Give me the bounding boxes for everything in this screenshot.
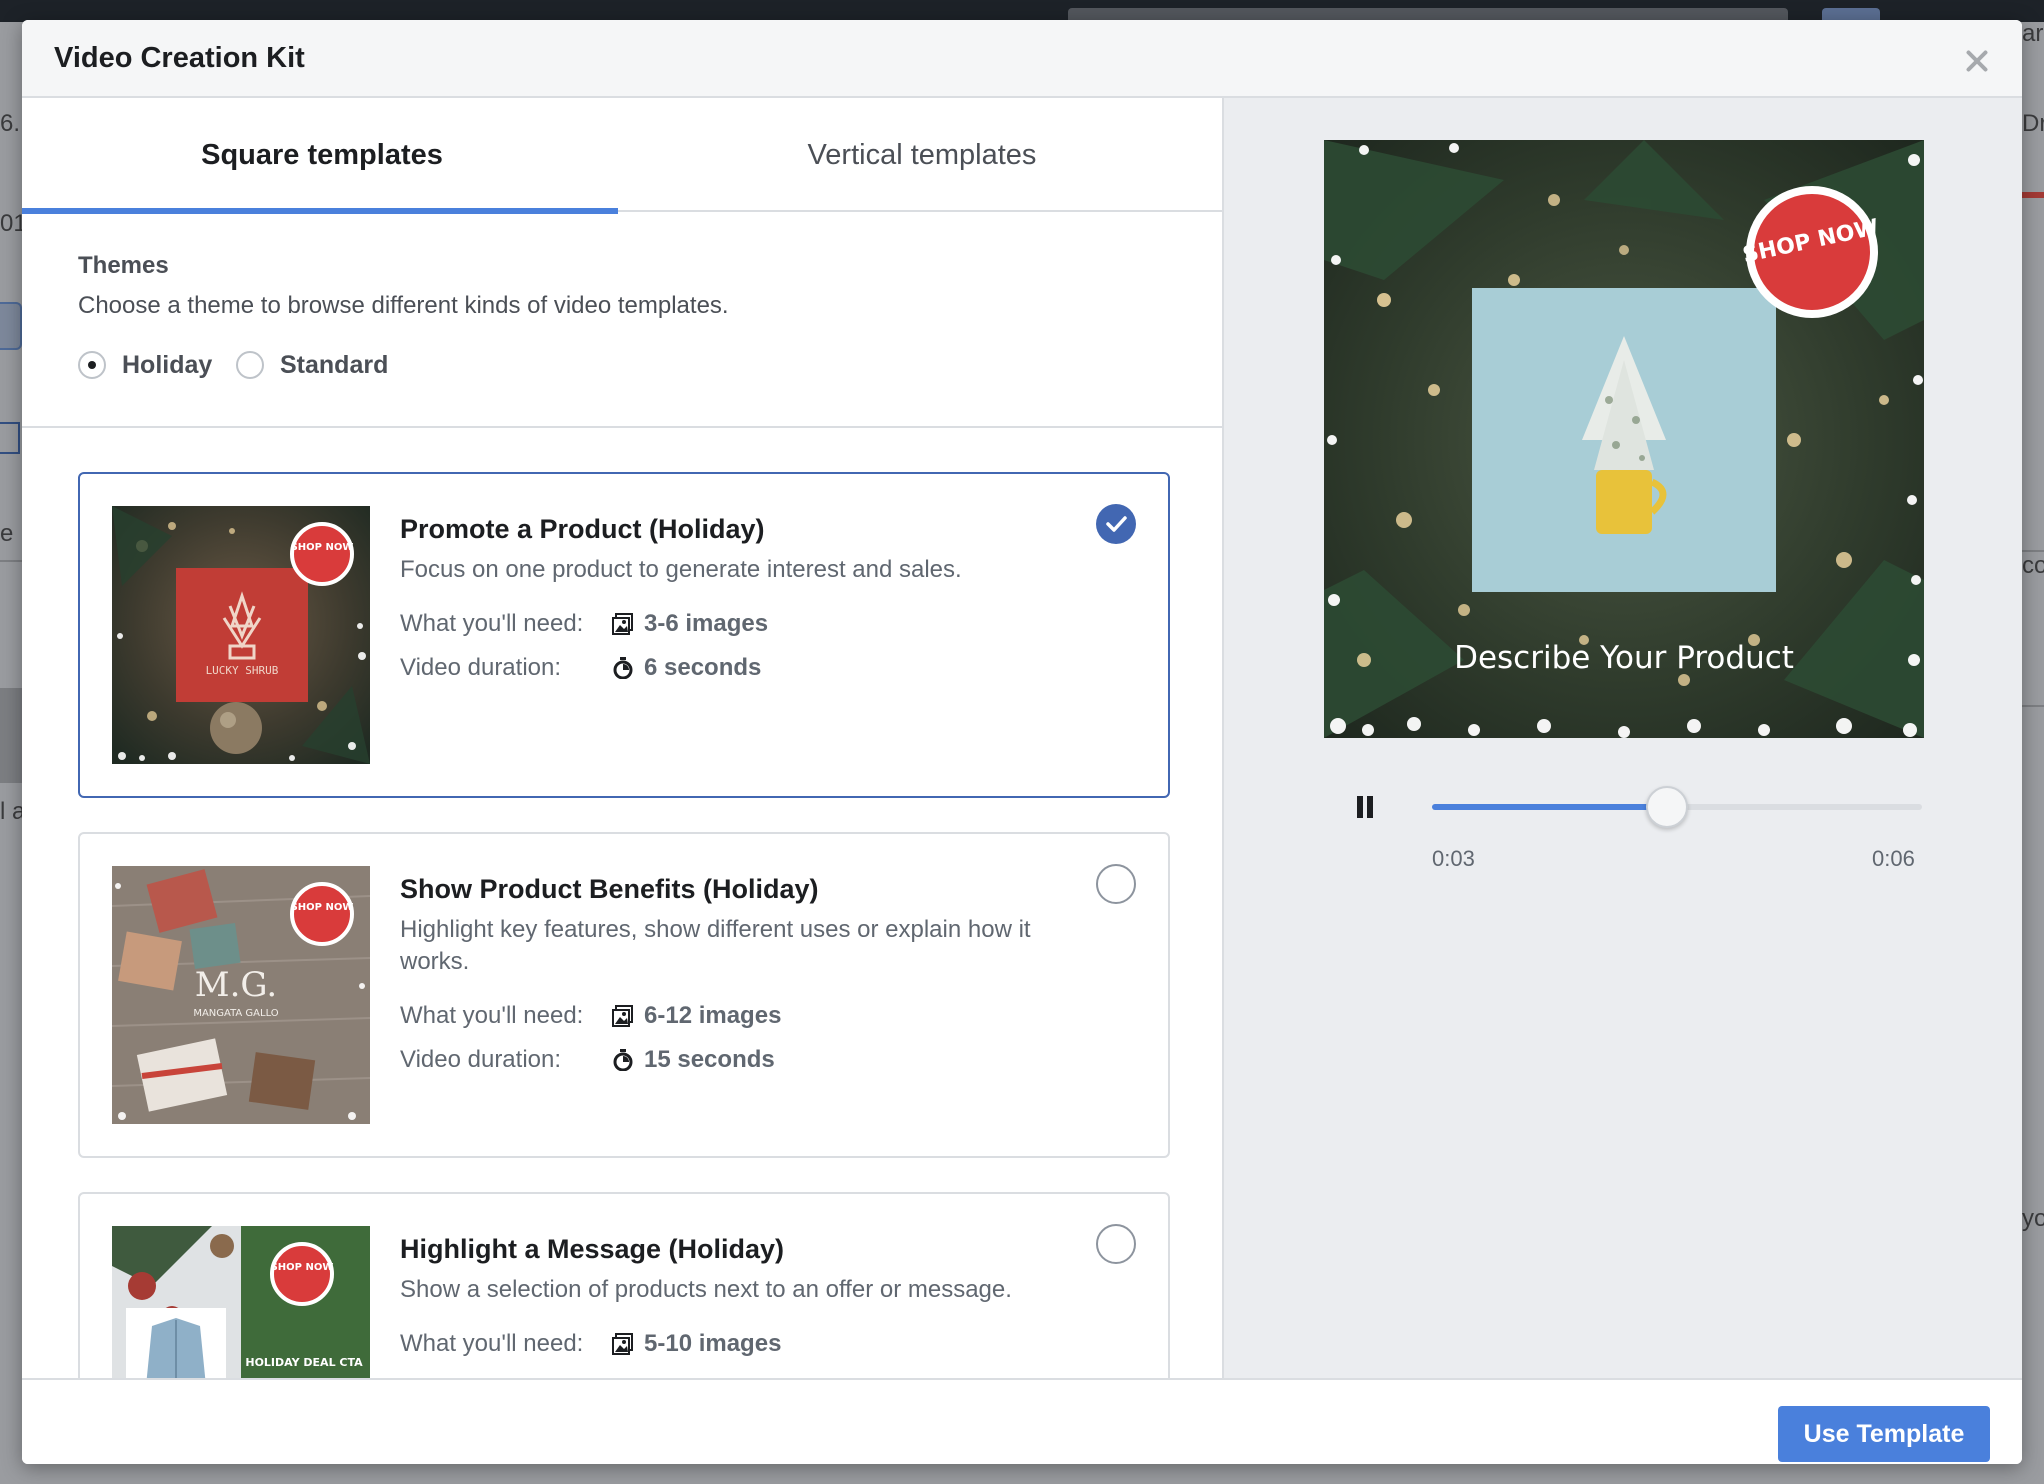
template-duration-row: Video duration: 15 seconds [400,1044,775,1076]
unselected-radio-icon[interactable] [1096,864,1136,904]
thumbnail-brand-text: LUCKY SHRUB [206,664,279,677]
template-description: Highlight key features, show different u… [400,916,1031,975]
holiday-thumbnail-image: SHOP NOW HOLIDAY DEAL CTA [112,1226,370,1378]
dialog-header: Video Creation Kit [22,20,2022,98]
themes-title: Themes [78,252,169,279]
template-description: Show a selection of products next to an … [400,1276,1012,1303]
progress-slider[interactable] [1432,786,1922,828]
requirements-label: What you'll need: [400,1330,584,1357]
tab-square-templates[interactable]: Square templates [22,98,622,214]
image-icon [612,613,633,635]
requirements-value: 6-12 images [644,1002,782,1029]
background-text: co [2022,552,2044,579]
requirements-label: What you'll need: [400,1002,584,1029]
video-player-controls: 0:03 0:06 [1324,770,1924,880]
video-preview-image: SHOP NOW Describe Your Product [1324,140,1924,738]
selected-check-icon[interactable] [1096,504,1136,544]
template-thumbnail: SHOP NOW HOLIDAY DEAL CTA [112,1226,370,1378]
total-time: 0:06 [1872,846,1915,871]
holiday-thumbnail-image: M.G. MANGATA GALLO SHOP NOW [112,866,370,1124]
background-left-box [0,422,20,454]
template-title: Show Product Benefits (Holiday) [400,874,819,904]
requirements-label: What you'll need: [400,610,584,637]
template-list: LUCKY SHRUB SHOP NOW Promote a Product (… [22,430,1222,1378]
stopwatch-icon [613,1049,633,1071]
theme-radio-holiday[interactable]: Holiday [78,348,212,382]
thumbnail-brand-subtext: MANGATA GALLO [193,1008,278,1019]
themes-section: Themes Choose a theme to browse differen… [22,214,1222,428]
template-requirements-row: What you'll need: 5-10 images [400,1328,781,1360]
template-duration-row: Video duration: 6 seconds [400,652,761,684]
video-creation-kit-dialog: Video Creation Kit Square templates Vert… [22,20,2022,1464]
template-card-show-benefits[interactable]: M.G. MANGATA GALLO SHOP NOW Show Product… [78,832,1170,1158]
background-left-block [0,688,22,783]
radio-button-unchecked[interactable] [236,351,264,379]
background-divider [0,560,22,562]
template-title: Promote a Product (Holiday) [400,514,765,544]
template-description: Focus on one product to generate interes… [400,556,962,583]
preview-caption-text: Describe Your Product [1454,640,1794,676]
template-thumbnail: LUCKY SHRUB SHOP NOW [112,506,370,764]
stopwatch-icon [613,657,633,679]
image-icon [612,1005,633,1027]
current-time: 0:03 [1432,846,1475,871]
preview-panel: SHOP NOW Describe Your Product 0:03 0:06 [1224,98,2022,1378]
theme-radio-standard[interactable]: Standard [236,348,388,382]
holiday-thumbnail-image: LUCKY SHRUB SHOP NOW [112,506,370,764]
thumbnail-badge-text: SHOP NOW [291,902,354,913]
progress-fill [1432,804,1668,810]
duration-label: Video duration: [400,654,562,681]
template-card-highlight-message[interactable]: SHOP NOW HOLIDAY DEAL CTA Highlight a Me… [78,1192,1170,1378]
requirements-value: 5-10 images [644,1330,782,1357]
unselected-radio-icon[interactable] [1096,1224,1136,1264]
duration-label: Video duration: [400,1046,562,1073]
background-text: yo [2022,1205,2044,1232]
template-tabs: Square templates Vertical templates [22,98,1222,214]
duration-value: 6 seconds [644,654,762,681]
background-divider [2022,705,2044,707]
background-left-pill [0,302,22,350]
requirements-value: 3-6 images [644,610,769,637]
dialog-footer: Use Template [22,1378,2022,1464]
dialog-title: Video Creation Kit [54,42,305,74]
background-accent-line [2020,192,2044,198]
video-preview[interactable]: SHOP NOW Describe Your Product [1324,140,1924,738]
use-template-button[interactable]: Use Template [1778,1406,1990,1462]
template-requirements-row: What you'll need: 3-6 images [400,608,768,640]
close-icon[interactable] [1962,46,1992,76]
pause-icon[interactable] [1354,796,1376,820]
thumbnail-brand-text: M.G. [195,965,277,1005]
theme-radio-label: Standard [280,350,389,379]
template-title: Highlight a Message (Holiday) [400,1234,785,1264]
tab-vertical-templates[interactable]: Vertical templates [622,98,1222,212]
duration-value: 15 seconds [644,1046,775,1073]
radio-button-checked[interactable] [78,351,106,379]
background-text: are [2022,20,2044,47]
templates-panel: Square templates Vertical templates Them… [22,98,1224,1378]
template-card-promote-product[interactable]: LUCKY SHRUB SHOP NOW Promote a Product (… [78,472,1170,798]
progress-slider-handle[interactable] [1646,786,1689,828]
thumbnail-badge-text: SHOP NOW [271,1262,334,1273]
template-thumbnail: M.G. MANGATA GALLO SHOP NOW [112,866,370,1124]
template-requirements-row: What you'll need: 6-12 images [400,1000,781,1032]
thumbnail-caption-text: HOLIDAY DEAL CTA [245,1356,363,1369]
background-text: e [0,520,14,547]
image-icon [612,1333,633,1355]
thumbnail-badge-text: SHOP NOW [291,542,354,553]
theme-radio-label: Holiday [122,350,213,379]
themes-description: Choose a theme to browse different kinds… [78,292,729,319]
background-text: Dr [2022,110,2044,137]
